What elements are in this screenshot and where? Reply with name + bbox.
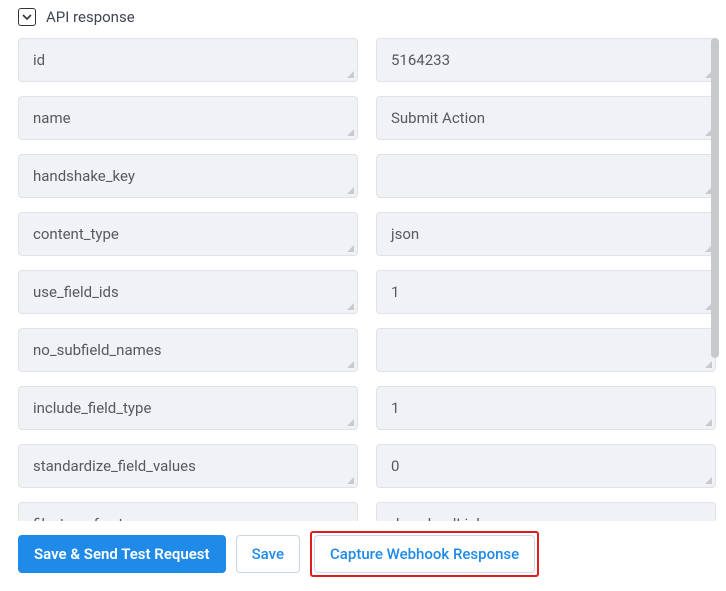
collapse-toggle[interactable] (18, 8, 36, 26)
field-value-text: json (391, 225, 419, 243)
field-key-input[interactable]: include_field_type (18, 386, 358, 430)
field-key-input[interactable]: standardize_field_values (18, 444, 358, 488)
field-value-text: 1 (391, 283, 399, 301)
field-row: include_field_type 1 (18, 386, 716, 430)
field-row: no_subfield_names (18, 328, 716, 372)
field-value-input[interactable]: Submit Action (376, 96, 716, 140)
field-key-text: no_subfield_names (33, 341, 161, 359)
field-key-text: standardize_field_values (33, 457, 196, 475)
field-value-text: 0 (391, 457, 399, 475)
capture-webhook-response-button[interactable]: Capture Webhook Response (314, 535, 535, 573)
response-scroll-area: id 5164233 name Submit Action handshake_… (0, 32, 726, 532)
field-value-text: 5164233 (391, 51, 450, 69)
save-button[interactable]: Save (236, 535, 300, 573)
field-key-text: content_type (33, 225, 119, 243)
field-value-input[interactable]: 5164233 (376, 38, 716, 82)
scrollbar[interactable] (710, 38, 720, 526)
field-row: id 5164233 (18, 38, 716, 82)
field-key-input[interactable]: no_subfield_names (18, 328, 358, 372)
section-title: API response (46, 8, 135, 26)
highlight-annotation: Capture Webhook Response (310, 531, 539, 577)
field-value-input[interactable] (376, 154, 716, 198)
field-row: handshake_key (18, 154, 716, 198)
response-fields-list: id 5164233 name Submit Action handshake_… (0, 32, 720, 532)
field-key-input[interactable]: use_field_ids (18, 270, 358, 314)
field-row: use_field_ids 1 (18, 270, 716, 314)
field-key-input[interactable]: id (18, 38, 358, 82)
field-value-input[interactable]: 0 (376, 444, 716, 488)
field-key-input[interactable]: content_type (18, 212, 358, 256)
field-key-text: handshake_key (33, 167, 135, 185)
field-key-text: use_field_ids (33, 283, 119, 301)
footer-actions: Save & Send Test Request Save Capture We… (0, 521, 726, 591)
scrollbar-thumb[interactable] (711, 38, 719, 358)
field-key-text: name (33, 109, 71, 127)
field-value-input[interactable]: 1 (376, 386, 716, 430)
field-row: name Submit Action (18, 96, 716, 140)
field-key-input[interactable]: handshake_key (18, 154, 358, 198)
field-value-text: Submit Action (391, 109, 485, 127)
field-key-input[interactable]: name (18, 96, 358, 140)
field-value-input[interactable]: json (376, 212, 716, 256)
chevron-down-icon (22, 12, 32, 22)
field-value-text: 1 (391, 399, 399, 417)
field-row: content_type json (18, 212, 716, 256)
field-value-input[interactable]: 1 (376, 270, 716, 314)
field-row: standardize_field_values 0 (18, 444, 716, 488)
save-send-test-request-button[interactable]: Save & Send Test Request (18, 535, 226, 573)
field-key-text: include_field_type (33, 399, 151, 417)
field-key-text: id (33, 51, 45, 69)
section-header: API response (0, 0, 726, 32)
field-value-input[interactable] (376, 328, 716, 372)
